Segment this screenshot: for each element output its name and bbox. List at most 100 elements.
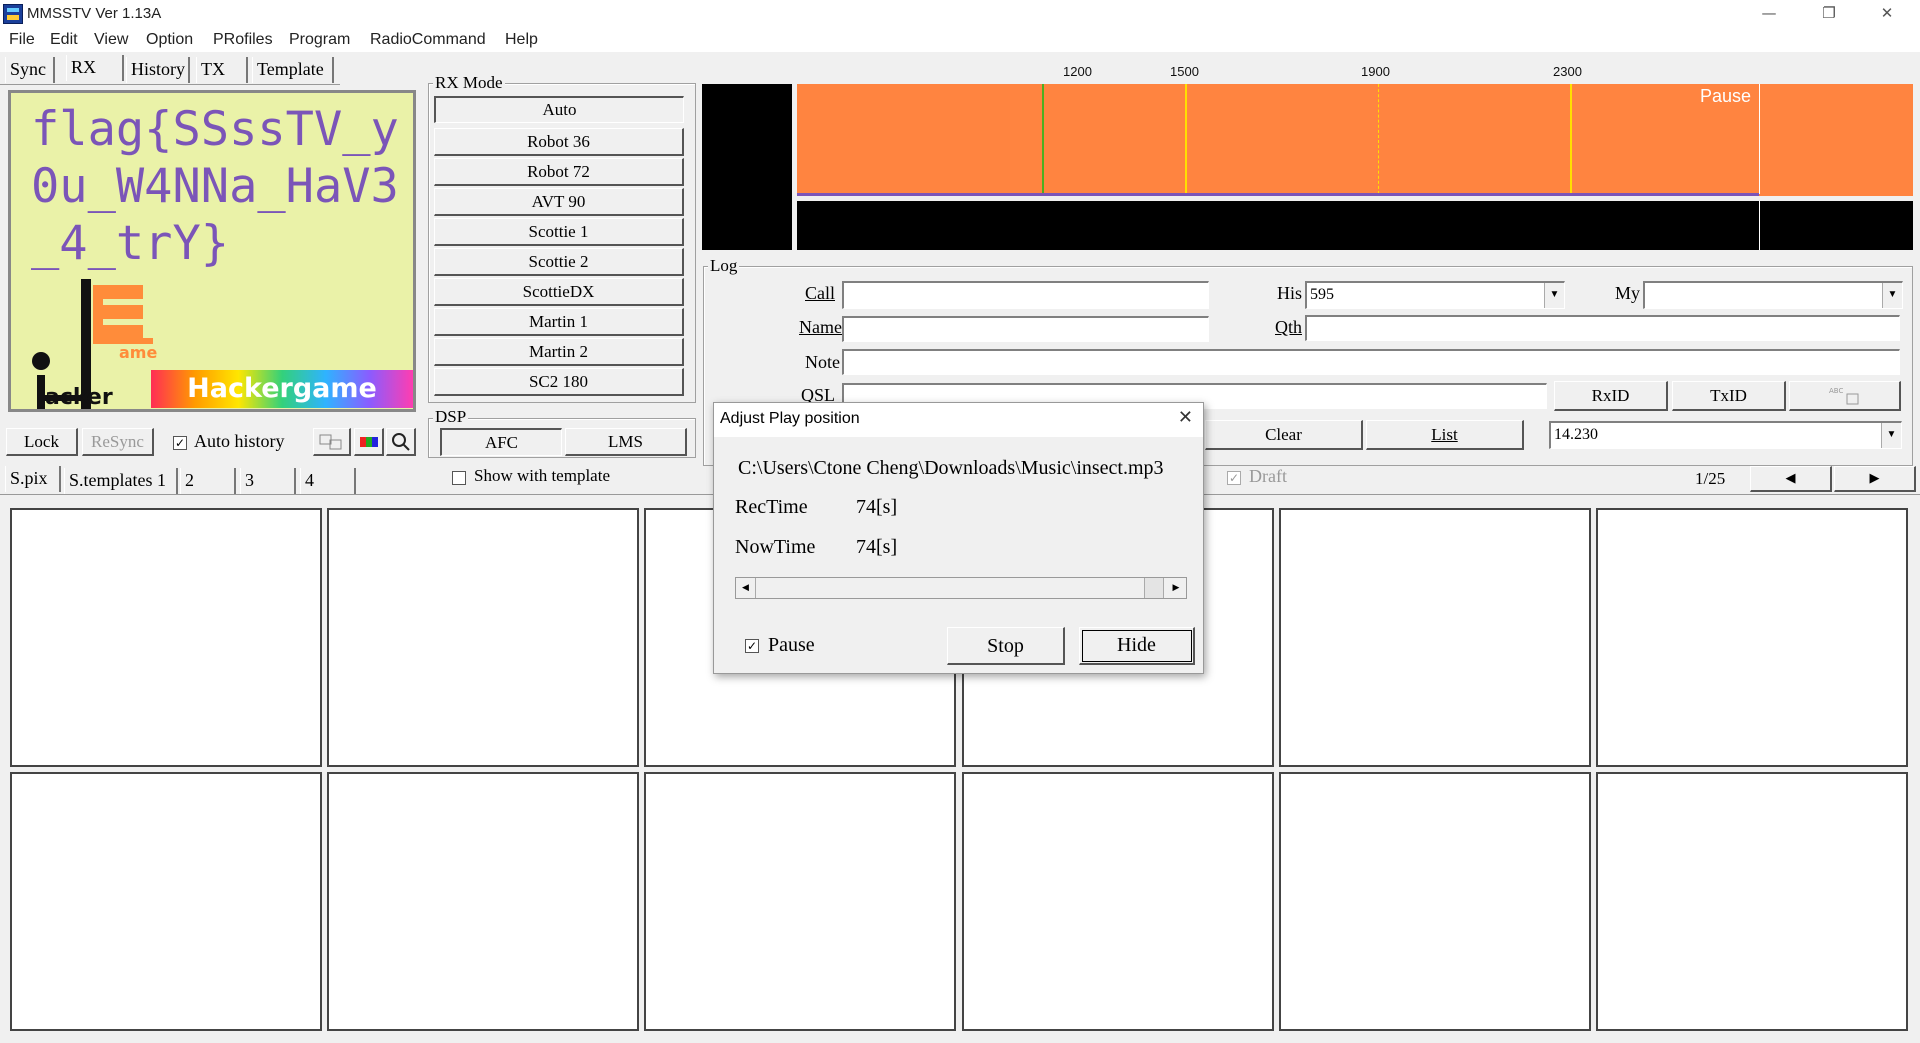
lock-button[interactable]: Lock xyxy=(6,428,78,456)
name-input[interactable] xyxy=(842,316,1209,342)
tab-tx[interactable]: TX xyxy=(196,57,248,83)
file-path: C:\Users\Ctone Cheng\Downloads\Music\ins… xyxy=(738,457,1164,479)
draft-label: Draft xyxy=(1249,466,1287,486)
qth-label: Qth xyxy=(1275,317,1302,337)
resync-button[interactable]: ReSync xyxy=(82,428,154,456)
next-page-button[interactable]: ▶ xyxy=(1834,466,1916,492)
afc-button[interactable]: AFC xyxy=(440,428,562,456)
thumbnail-slot[interactable] xyxy=(327,508,639,767)
thumbnail-slot[interactable] xyxy=(1279,772,1591,1031)
play-position-scrollbar[interactable]: ◀ ▶ xyxy=(735,577,1187,599)
tab-history[interactable]: History xyxy=(126,57,190,83)
clear-button[interactable]: Clear xyxy=(1205,420,1363,450)
menu-option[interactable]: Option xyxy=(146,31,193,49)
tab-spix[interactable]: S.pix xyxy=(5,466,61,492)
his-combo[interactable]: 595 ▼ xyxy=(1305,281,1565,309)
auto-history-label: Auto history xyxy=(194,431,285,451)
frequency-combo[interactable]: 14.230 ▼ xyxy=(1549,421,1902,449)
rx-mode-robot72[interactable]: Robot 72 xyxy=(434,158,684,186)
auto-history-checkbox[interactable]: ✓ xyxy=(173,436,187,450)
spectrum-baseline xyxy=(797,193,1759,196)
menu-help[interactable]: Help xyxy=(505,31,538,49)
chevron-down-icon[interactable]: ▼ xyxy=(1544,283,1564,308)
thumbnail-slot[interactable] xyxy=(1596,772,1908,1031)
menu-radiocommand[interactable]: RadioCommand xyxy=(370,31,486,49)
tab-rx[interactable]: RX xyxy=(66,55,124,81)
minimize-button[interactable]: — xyxy=(1740,0,1798,28)
txid-button[interactable]: TxID xyxy=(1672,381,1786,411)
rx-mode-scottie2[interactable]: Scottie 2 xyxy=(434,248,684,276)
rx-mode-sc2-180[interactable]: SC2 180 xyxy=(434,368,684,396)
arrow-left-icon: ◀ xyxy=(1785,471,1796,486)
main-tab-bar: Sync RX History TX Template xyxy=(0,55,340,85)
restore-button[interactable]: ❐ xyxy=(1800,0,1858,28)
menu-profiles[interactable]: PRofiles xyxy=(213,31,273,49)
thumbnail-slot[interactable] xyxy=(10,772,322,1031)
chevron-down-icon[interactable]: ▼ xyxy=(1882,283,1902,308)
scroll-right-icon[interactable]: ▶ xyxy=(1166,578,1186,598)
nowtime-label: NowTime xyxy=(735,536,816,558)
tab-stemplates-2[interactable]: 2 xyxy=(180,468,236,494)
draft-checkbox[interactable]: ✓ xyxy=(1227,471,1241,485)
lms-button[interactable]: LMS xyxy=(565,428,687,456)
color-bar-button[interactable] xyxy=(354,428,384,456)
my-combo[interactable]: ▼ xyxy=(1643,281,1903,309)
stop-button[interactable]: Stop xyxy=(947,627,1065,665)
rx-mode-scottiedx[interactable]: ScottieDX xyxy=(434,278,684,306)
waterfall-display[interactable] xyxy=(797,201,1913,250)
abc-button[interactable]: ABC xyxy=(1789,381,1901,411)
thumbnail-slot[interactable] xyxy=(1279,508,1591,767)
dialog-close-icon[interactable]: ✕ xyxy=(1178,407,1193,428)
note-input[interactable] xyxy=(842,349,1900,375)
thumbnail-slot[interactable] xyxy=(1596,508,1908,767)
thumbnail-slot[interactable] xyxy=(327,772,639,1031)
level-meter xyxy=(702,84,792,250)
his-value: 595 xyxy=(1310,286,1334,303)
hide-button[interactable]: Hide xyxy=(1079,627,1195,665)
tab-stemplates-4[interactable]: 4 xyxy=(300,468,356,494)
name-label: Name xyxy=(799,317,842,337)
rx-mode-robot36[interactable]: Robot 36 xyxy=(434,128,684,156)
spectrum-display[interactable]: Pause xyxy=(797,84,1913,196)
scroll-thumb[interactable] xyxy=(1144,578,1164,598)
adjust-play-dialog: Adjust Play position ✕ C:\Users\Ctone Ch… xyxy=(713,402,1204,674)
menu-view[interactable]: View xyxy=(94,31,128,49)
rx-mode-auto[interactable]: Auto xyxy=(434,96,684,123)
thumbnail-slot[interactable] xyxy=(10,508,322,767)
prev-page-button[interactable]: ◀ xyxy=(1750,466,1832,492)
rx-mode-martin2[interactable]: Martin 2 xyxy=(434,338,684,366)
chevron-down-icon[interactable]: ▼ xyxy=(1881,423,1901,448)
thumbnail-slot[interactable] xyxy=(962,772,1274,1031)
tab-stemplates-3[interactable]: 3 xyxy=(240,468,296,494)
menu-edit[interactable]: Edit xyxy=(50,31,78,49)
copy-icon xyxy=(319,434,341,450)
freq-label-1500: 1500 xyxy=(1170,64,1199,79)
menu-file[interactable]: File xyxy=(9,31,35,49)
tab-template[interactable]: Template xyxy=(252,57,334,83)
menu-program[interactable]: Program xyxy=(289,31,350,49)
zoom-button[interactable] xyxy=(386,428,416,456)
call-input[interactable] xyxy=(842,281,1209,309)
qth-input[interactable] xyxy=(1305,315,1900,341)
rectime-value: 74[s] xyxy=(856,496,898,518)
copy-image-button[interactable] xyxy=(313,428,351,456)
rx-mode-scottie1[interactable]: Scottie 1 xyxy=(434,218,684,246)
logo-ame-text: ame xyxy=(119,343,158,362)
rxid-button[interactable]: RxID xyxy=(1554,381,1668,411)
rx-mode-label: RX Mode xyxy=(433,73,505,93)
rx-mode-martin1[interactable]: Martin 1 xyxy=(434,308,684,336)
close-button[interactable]: ✕ xyxy=(1858,0,1916,28)
note-label: Note xyxy=(805,352,840,372)
marker-2300 xyxy=(1570,84,1572,194)
thumbnail-slot[interactable] xyxy=(644,772,956,1031)
tab-stemplates-1[interactable]: S.templates 1 xyxy=(64,468,178,494)
rx-image[interactable]: flag{SSssTV_y0u_W4NNa_HaV3_4_trY} ame ac… xyxy=(8,90,416,412)
pause-divider xyxy=(1759,84,1760,194)
rx-mode-avt90[interactable]: AVT 90 xyxy=(434,188,684,216)
list-button[interactable]: List xyxy=(1366,420,1524,450)
marker-1500 xyxy=(1185,84,1187,194)
scroll-left-icon[interactable]: ◀ xyxy=(736,578,756,598)
pause-checkbox[interactable]: ✓ xyxy=(745,639,759,653)
app-icon xyxy=(3,4,23,24)
tab-sync[interactable]: Sync xyxy=(5,57,55,83)
